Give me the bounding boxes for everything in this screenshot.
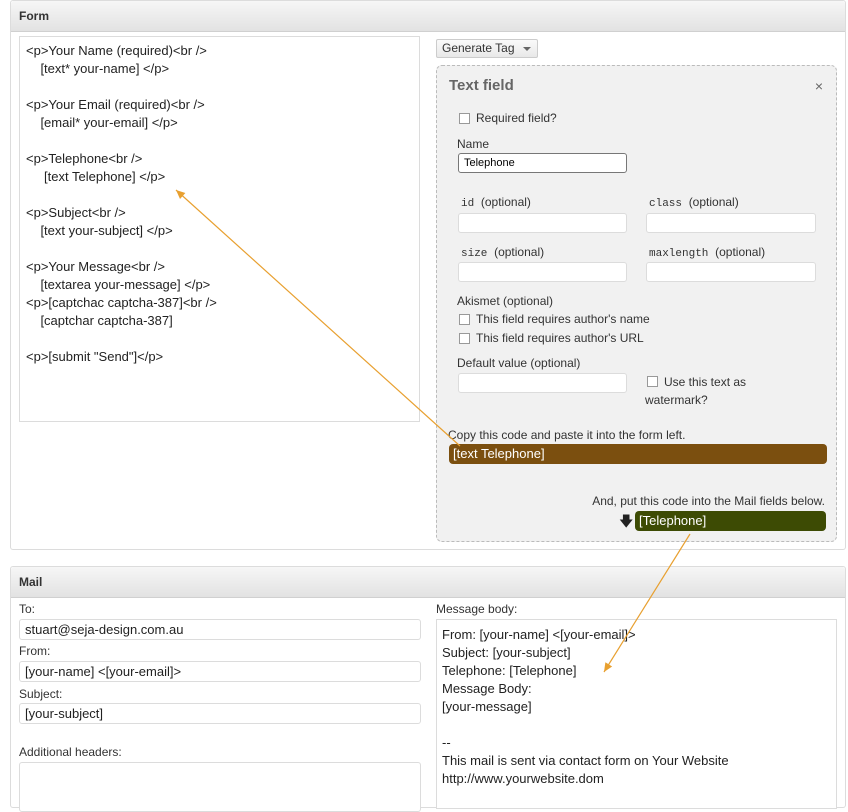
message-line: This mail is sent via contact form on Yo… xyxy=(442,753,729,768)
default-value-label: Default value (optional) xyxy=(457,356,581,370)
code-line: <p>Your Message<br /> xyxy=(26,259,166,274)
name-input[interactable]: Telephone xyxy=(458,153,627,173)
code-line: <p>Your Name (required)<br /> xyxy=(26,43,207,58)
size-label: size (optional) xyxy=(461,245,545,260)
code-line: [textarea your-message] </p> xyxy=(26,277,211,292)
subject-label: Subject: xyxy=(19,687,63,701)
code-line: <p>[submit "Send"]</p> xyxy=(26,349,164,364)
message-line: [your-message] xyxy=(442,699,532,714)
code-line: [email* your-email] </p> xyxy=(26,115,178,130)
to-input[interactable]: stuart@seja-design.com.au xyxy=(19,619,421,640)
tag-generator-panel: Text field × Required field? Name Teleph… xyxy=(436,65,837,542)
down-arrow-icon: 🡇 xyxy=(619,513,634,529)
watermark-label-line2: watermark? xyxy=(645,393,708,407)
message-body-textarea[interactable]: From: [your-name] <[your-email]> Subject:… xyxy=(436,619,837,809)
subject-input[interactable]: [your-subject] xyxy=(19,703,421,724)
akismet-name-label: This field requires author's name xyxy=(476,312,650,326)
mail-panel-title: Mail xyxy=(11,567,845,598)
message-body-label: Message body: xyxy=(436,602,518,616)
message-line: Telephone: [Telephone] xyxy=(442,663,577,678)
tag-generator-title: Text field xyxy=(449,77,514,94)
mail-hint: And, put this code into the Mail fields … xyxy=(592,494,825,508)
akismet-name-checkbox[interactable] xyxy=(459,314,470,325)
message-line: From: [your-name] <[your-email]> xyxy=(442,627,636,642)
message-line xyxy=(442,716,831,734)
from-input[interactable]: [your-name] <[your-email]> xyxy=(19,661,421,682)
additional-headers-label: Additional headers: xyxy=(19,745,122,759)
id-input[interactable] xyxy=(458,213,627,233)
close-icon[interactable]: × xyxy=(815,78,823,94)
akismet-label: Akismet (optional) xyxy=(457,294,554,308)
form-tag-output[interactable]: [text Telephone] xyxy=(449,444,827,464)
copy-hint: Copy this code and paste it into the for… xyxy=(448,428,686,442)
class-label: class (optional) xyxy=(649,195,739,210)
code-line: [text* your-name] </p> xyxy=(26,61,170,76)
additional-headers-input[interactable] xyxy=(19,762,421,812)
name-label: Name xyxy=(457,137,490,151)
code-line: <p>Your Email (required)<br /> xyxy=(26,97,205,112)
code-line: <p>Telephone<br /> xyxy=(26,151,143,166)
message-line: -- xyxy=(442,735,451,750)
generate-tag-label: Generate Tag xyxy=(442,41,515,55)
form-code-textarea[interactable]: <p>Your Name (required)<br /> [text* you… xyxy=(19,36,420,422)
code-line: [captchar captcha-387] xyxy=(26,313,173,328)
generate-tag-button[interactable]: Generate Tag xyxy=(436,39,538,58)
required-field-label: Required field? xyxy=(476,111,557,125)
chevron-down-icon xyxy=(523,47,531,51)
id-label: id (optional) xyxy=(461,195,531,210)
code-line: <p>Subject<br /> xyxy=(26,205,126,220)
maxlength-label: maxlength (optional) xyxy=(649,245,766,260)
akismet-url-checkbox[interactable] xyxy=(459,333,470,344)
to-label: To: xyxy=(19,602,36,616)
required-field-checkbox[interactable] xyxy=(459,113,470,124)
code-line: [text Telephone] </p> xyxy=(26,169,166,184)
class-input[interactable] xyxy=(646,213,816,233)
message-line: Message Body: xyxy=(442,681,532,696)
code-line: <p>[captchac captcha-387]<br /> xyxy=(26,295,217,310)
message-line: http://www.yourwebsite.dom xyxy=(442,771,604,786)
form-panel-title: Form xyxy=(11,1,845,32)
default-value-input[interactable] xyxy=(458,373,627,393)
message-line: Subject: [your-subject] xyxy=(442,645,571,660)
code-line: [text your-subject] </p> xyxy=(26,223,173,238)
from-label: From: xyxy=(19,644,51,658)
mail-tag-output[interactable]: [Telephone] xyxy=(635,511,826,531)
akismet-url-label: This field requires author's URL xyxy=(476,331,644,345)
watermark-label-line1: Use this text as xyxy=(664,375,747,389)
maxlength-input[interactable] xyxy=(646,262,816,282)
size-input[interactable] xyxy=(458,262,627,282)
watermark-checkbox[interactable] xyxy=(647,376,658,387)
